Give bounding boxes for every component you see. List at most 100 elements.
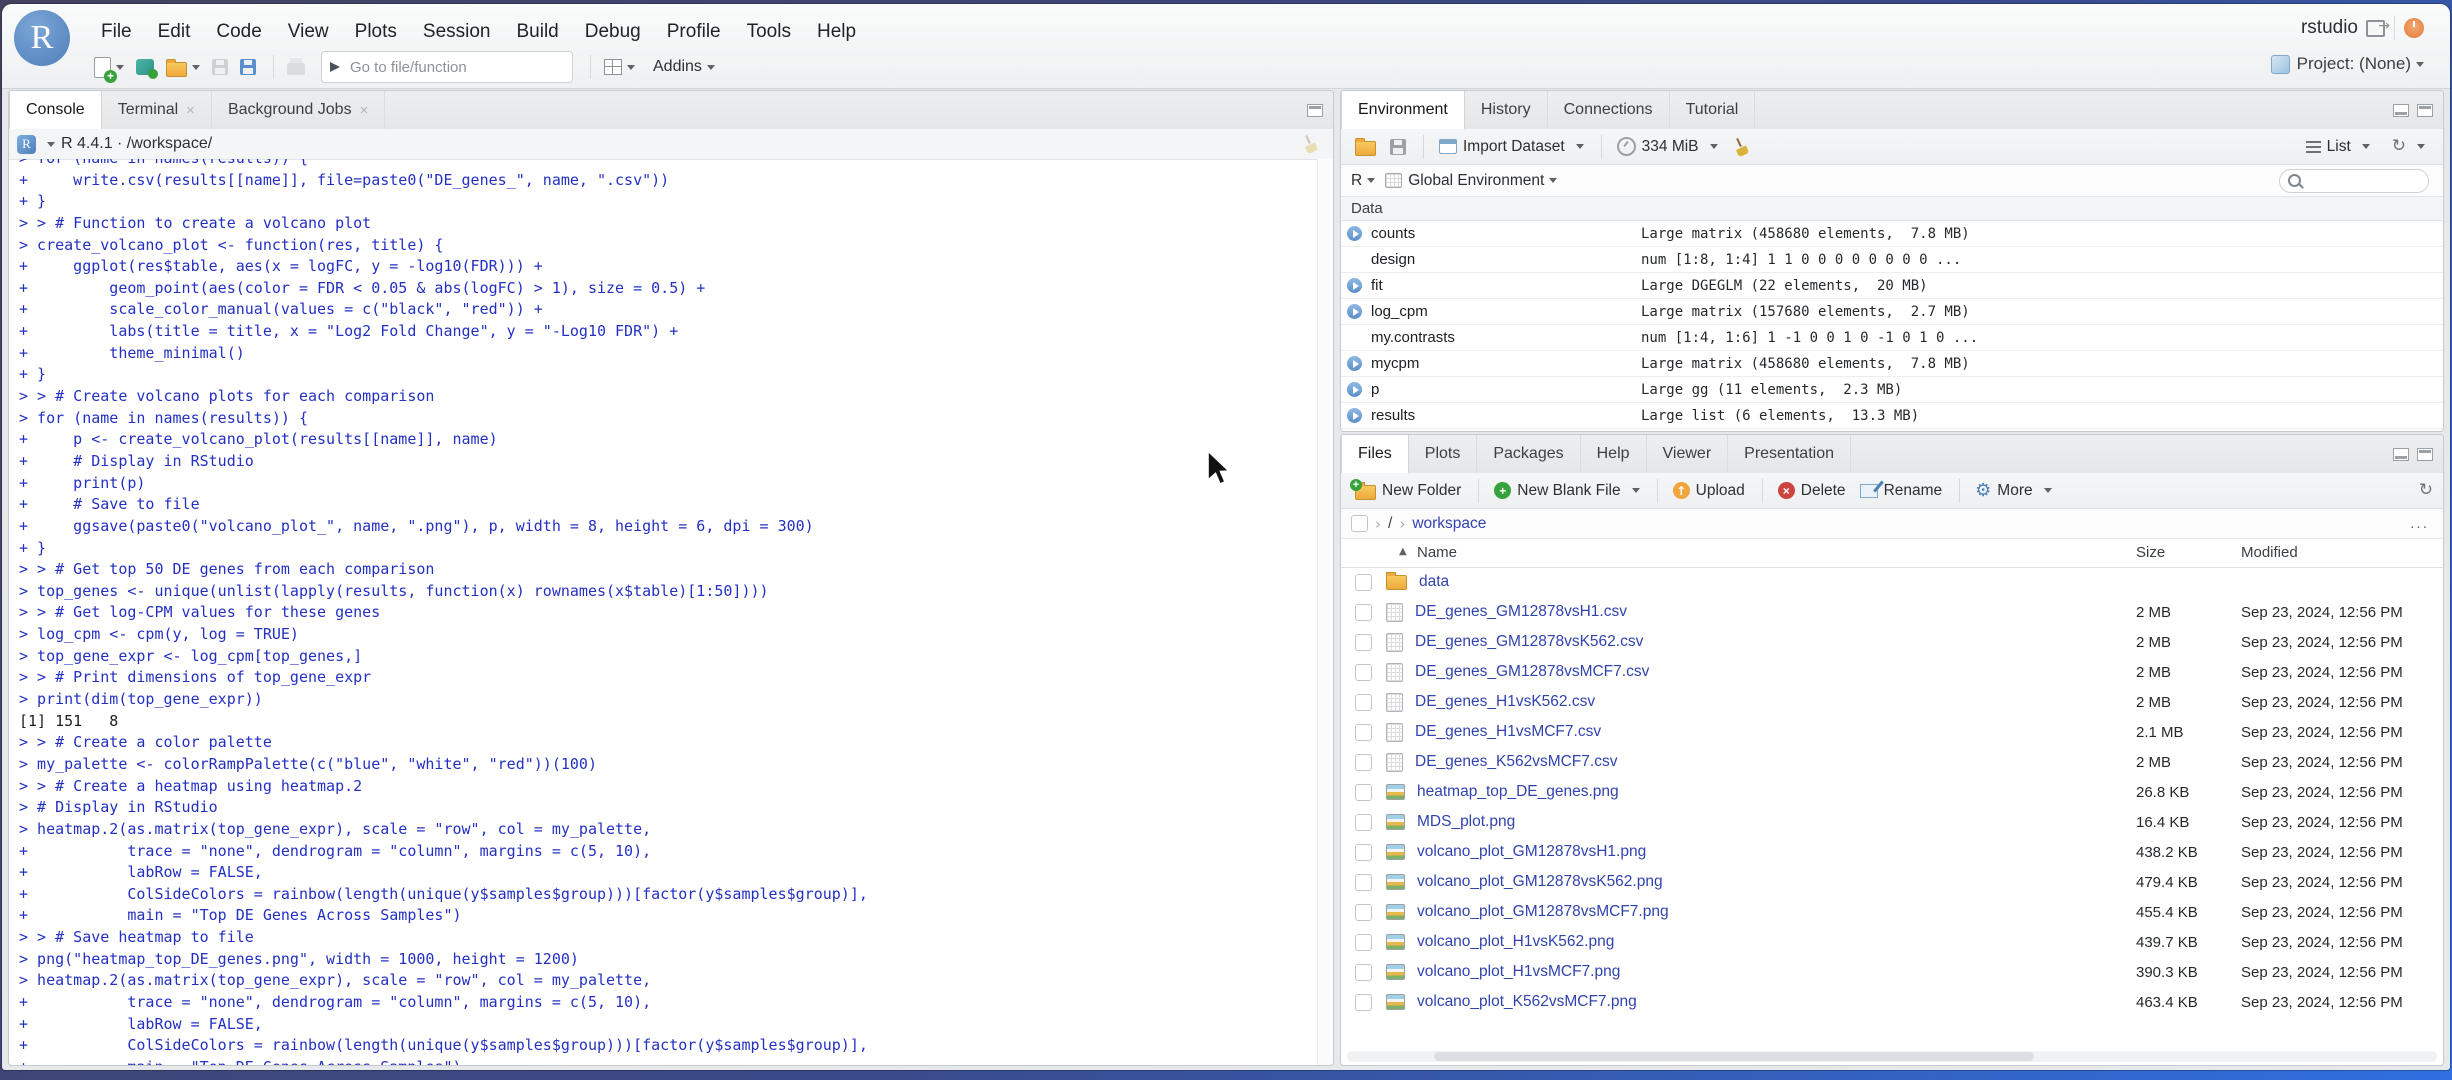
clear-console-icon[interactable]	[1298, 132, 1320, 155]
save-workspace-button[interactable]	[1384, 136, 1412, 158]
language-selector[interactable]: R	[1351, 172, 1362, 190]
file-row[interactable]: volcano_plot_GM12878vsMCF7.png 455.4 KB …	[1341, 897, 2443, 927]
expand-arrow-icon[interactable]	[1347, 382, 1362, 397]
environment-row[interactable]: results Large list (6 elements, 13.3 MB)	[1341, 403, 2443, 429]
expand-arrow-icon[interactable]	[1347, 356, 1362, 371]
file-name-link[interactable]: DE_genes_H1vsK562.csv	[1415, 693, 1595, 711]
file-name-link[interactable]: volcano_plot_GM12878vsK562.png	[1417, 873, 1663, 891]
project-selector[interactable]: Project: (None)	[2270, 54, 2424, 74]
open-file-button[interactable]	[162, 56, 204, 79]
environment-row[interactable]: p Large gg (11 elements, 2.3 MB)	[1341, 377, 2443, 403]
breadcrumb-workspace[interactable]: workspace	[1412, 515, 1486, 533]
file-row[interactable]: DE_genes_H1vsK562.csv 2 MB Sep 23, 2024,…	[1341, 687, 2443, 717]
file-name-link[interactable]: DE_genes_GM12878vsMCF7.csv	[1415, 663, 1649, 681]
breadcrumb-more-button[interactable]: ...	[2410, 515, 2429, 533]
tab-tutorial[interactable]: Tutorial	[1670, 91, 1756, 129]
file-checkbox[interactable]	[1355, 843, 1372, 861]
file-row[interactable]: heatmap_top_DE_genes.png 26.8 KB Sep 23,…	[1341, 777, 2443, 807]
list-view-button[interactable]: List	[2300, 135, 2376, 159]
file-name-link[interactable]: MDS_plot.png	[1417, 813, 1515, 831]
tab-help[interactable]: Help	[1581, 435, 1647, 473]
file-checkbox[interactable]	[1355, 783, 1372, 801]
file-name-link[interactable]: DE_genes_H1vsMCF7.csv	[1415, 723, 1601, 741]
tab-viewer[interactable]: Viewer	[1647, 435, 1729, 473]
maximize-pane-icon[interactable]	[2417, 447, 2433, 461]
pane-layout-button[interactable]	[600, 57, 639, 77]
file-name-link[interactable]: volcano_plot_H1vsMCF7.png	[1417, 963, 1620, 981]
minimize-pane-icon[interactable]	[2393, 447, 2409, 461]
file-name-link[interactable]: DE_genes_GM12878vsH1.csv	[1415, 603, 1627, 621]
menu-item[interactable]: File	[88, 18, 145, 46]
file-row[interactable]: DE_genes_GM12878vsH1.csv 2 MB Sep 23, 20…	[1341, 597, 2443, 627]
expand-arrow-icon[interactable]	[1347, 304, 1362, 319]
column-size[interactable]: Size	[2136, 544, 2165, 561]
import-dataset-button[interactable]: Import Dataset	[1433, 135, 1590, 159]
file-row[interactable]: data	[1341, 567, 2443, 597]
environment-row[interactable]: log_cpm Large matrix (157680 elements, 2…	[1341, 299, 2443, 325]
expand-arrow-icon[interactable]	[1347, 408, 1362, 423]
file-name-link[interactable]: DE_genes_GM12878vsK562.csv	[1415, 633, 1643, 651]
environment-row[interactable]: design num [1:8, 1:4] 1 1 0 0 0 0 0 0 0 …	[1341, 247, 2443, 273]
file-checkbox[interactable]	[1355, 993, 1372, 1011]
tab-history[interactable]: History	[1465, 91, 1548, 129]
file-row[interactable]: volcano_plot_H1vsK562.png 439.7 KB Sep 2…	[1341, 927, 2443, 957]
addins-button[interactable]: Addins	[643, 56, 719, 78]
column-modified[interactable]: Modified	[2241, 544, 2298, 561]
file-name-link[interactable]: heatmap_top_DE_genes.png	[1417, 783, 1619, 801]
upload-button[interactable]: ↑ Upload	[1667, 479, 1751, 503]
more-button[interactable]: ⚙ More	[1969, 479, 2057, 503]
menu-item[interactable]: Help	[804, 18, 869, 46]
maximize-pane-icon[interactable]	[1307, 103, 1323, 117]
quit-session-icon[interactable]	[2404, 18, 2424, 38]
environment-search-box[interactable]	[2279, 168, 2429, 193]
file-row[interactable]: volcano_plot_GM12878vsK562.png 479.4 KB …	[1341, 867, 2443, 897]
file-row[interactable]: MDS_plot.png 16.4 KB Sep 23, 2024, 12:56…	[1341, 807, 2443, 837]
select-all-checkbox[interactable]	[1351, 515, 1368, 532]
environment-row[interactable]: counts Large matrix (458680 elements, 7.…	[1341, 221, 2443, 247]
new-folder-button[interactable]: New Folder	[1349, 478, 1467, 503]
scrollbar-thumb[interactable]	[1434, 1052, 2034, 1061]
menu-item[interactable]: Plots	[342, 18, 410, 46]
tab-console[interactable]: Console	[9, 91, 102, 130]
load-workspace-button[interactable]	[1349, 134, 1382, 159]
scope-selector[interactable]: Global Environment	[1408, 172, 1544, 190]
new-file-button[interactable]	[90, 55, 128, 83]
menu-item[interactable]: Session	[410, 18, 504, 46]
save-all-button[interactable]	[236, 57, 260, 77]
goto-file-input[interactable]	[348, 57, 537, 77]
environment-row[interactable]: my.contrasts num [1:4, 1:6] 1 -1 0 0 1 0…	[1341, 325, 2443, 351]
file-row[interactable]: volcano_plot_H1vsMCF7.png 390.3 KB Sep 2…	[1341, 957, 2443, 987]
file-row[interactable]: DE_genes_GM12878vsK562.csv 2 MB Sep 23, …	[1341, 627, 2443, 657]
file-row[interactable]: volcano_plot_GM12878vsH1.png 438.2 KB Se…	[1341, 837, 2443, 867]
close-icon[interactable]: ×	[186, 102, 195, 119]
menu-item[interactable]: Profile	[654, 18, 734, 46]
environment-row[interactable]: mycpm Large matrix (458680 elements, 7.8…	[1341, 351, 2443, 377]
close-icon[interactable]: ×	[360, 102, 369, 119]
menu-item[interactable]: Code	[203, 18, 274, 46]
file-checkbox[interactable]	[1355, 723, 1372, 741]
tab-plots[interactable]: Plots	[1409, 435, 1478, 473]
tab-files[interactable]: Files	[1341, 435, 1409, 474]
file-name-link[interactable]: volcano_plot_GM12878vsH1.png	[1417, 843, 1646, 861]
memory-usage-button[interactable]: 334 MiB	[1611, 134, 1724, 159]
file-checkbox[interactable]	[1355, 903, 1372, 921]
menu-item[interactable]: Edit	[145, 18, 204, 46]
file-checkbox[interactable]	[1355, 573, 1372, 591]
open-in-new-icon[interactable]	[2366, 18, 2390, 37]
refresh-icon[interactable]: ↻	[2419, 482, 2433, 499]
tab-environment[interactable]: Environment	[1341, 91, 1465, 130]
file-row[interactable]: volcano_plot_K562vsMCF7.png 463.4 KB Sep…	[1341, 987, 2443, 1017]
tab-background-jobs[interactable]: Background Jobs ×	[212, 91, 386, 129]
rename-button[interactable]: Rename	[1854, 479, 1949, 503]
chevron-down-icon[interactable]	[47, 141, 55, 151]
menu-item[interactable]: Tools	[734, 18, 804, 46]
minimize-pane-icon[interactable]	[2393, 103, 2409, 117]
console-scrollbar[interactable]	[1317, 159, 1333, 1065]
maximize-pane-icon[interactable]	[2417, 103, 2433, 117]
console-output[interactable]: > for (name in names(results)) {+ write.…	[9, 159, 1317, 1065]
file-name-link[interactable]: volcano_plot_H1vsK562.png	[1417, 933, 1614, 951]
expand-arrow-icon[interactable]	[1347, 226, 1362, 241]
new-project-button[interactable]	[132, 57, 158, 79]
delete-button[interactable]: × Delete	[1772, 479, 1852, 503]
tab-terminal[interactable]: Terminal ×	[102, 91, 212, 129]
